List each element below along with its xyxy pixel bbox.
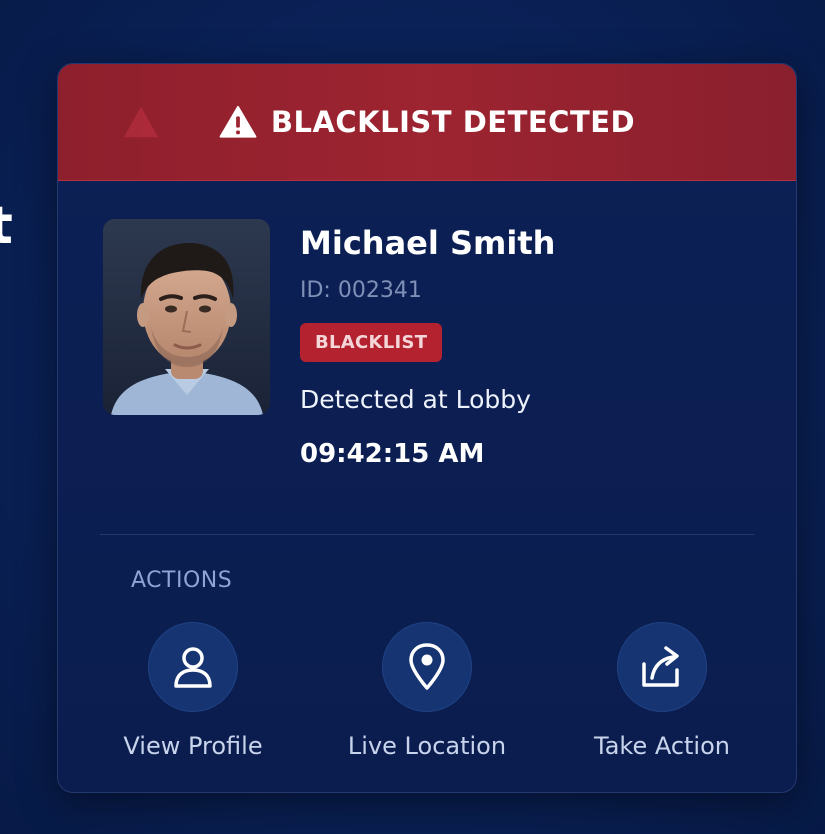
map-pin-icon <box>409 643 445 690</box>
section-divider <box>100 534 754 535</box>
alert-title-group: BLACKLIST DETECTED <box>219 105 635 139</box>
export-action-icon <box>642 646 679 687</box>
person-id: ID: 002341 <box>300 278 422 303</box>
live-location-icon-circle[interactable] <box>382 622 472 712</box>
take-action-icon-circle[interactable] <box>617 622 707 712</box>
cropped-heading-fragment: t <box>0 196 13 256</box>
view-profile-label[interactable]: View Profile <box>123 732 262 760</box>
live-location-label[interactable]: Live Location <box>348 732 506 760</box>
person-name: Michael Smith <box>300 224 556 262</box>
warning-triangle-icon <box>219 105 257 138</box>
alert-title: BLACKLIST DETECTED <box>270 105 636 139</box>
person-portrait-image <box>103 219 270 415</box>
take-action-button[interactable]: Take Action <box>552 622 772 760</box>
user-icon <box>174 647 212 688</box>
actions-heading: ACTIONS <box>131 568 233 593</box>
take-action-label[interactable]: Take Action <box>594 732 730 760</box>
person-profile: Michael Smith ID: 002341 BLACKLIST Detec… <box>103 219 555 470</box>
detection-time: 09:42:15 AM <box>300 439 485 469</box>
blacklist-alert-card: BLACKLIST DETECTED Michael Smith ID: 002… <box>57 63 797 793</box>
faded-warning-icon <box>123 106 159 138</box>
live-location-button[interactable]: Live Location <box>317 622 537 760</box>
view-profile-icon-circle[interactable] <box>148 622 238 712</box>
view-profile-button[interactable]: View Profile <box>83 622 303 760</box>
status-badge: BLACKLIST <box>300 323 443 362</box>
person-photo[interactable] <box>103 219 270 415</box>
alert-header: BLACKLIST DETECTED <box>58 64 796 181</box>
detection-location: Detected at Lobby <box>300 385 531 414</box>
person-info: Michael Smith ID: 002341 BLACKLIST Detec… <box>300 219 555 470</box>
